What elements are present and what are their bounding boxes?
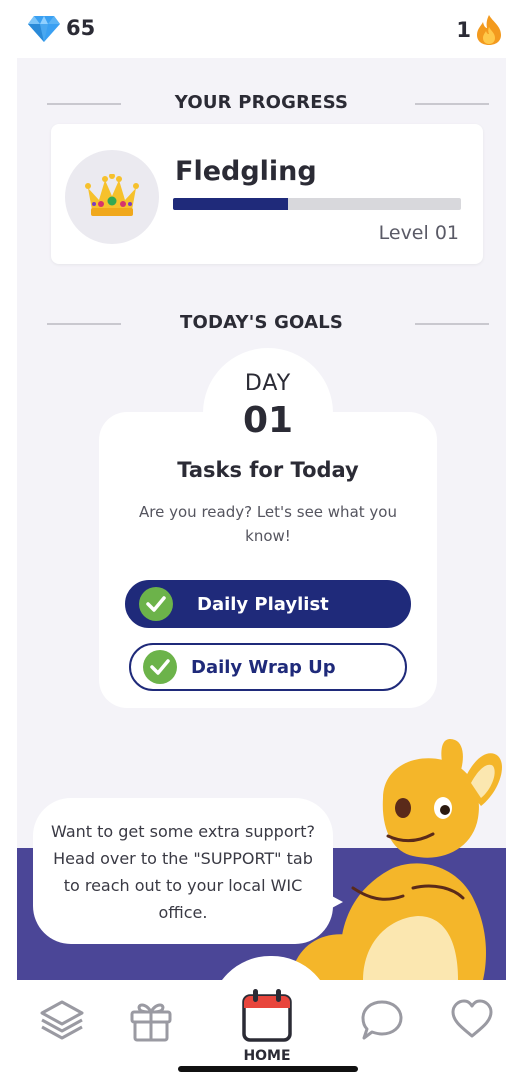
goals-section-header: TODAY'S GOALS: [17, 312, 506, 333]
divider-left: [47, 102, 121, 105]
daily-playlist-button[interactable]: Daily Playlist: [125, 580, 411, 628]
level-badge: [65, 150, 159, 244]
progress-section-header: YOUR PROGRESS: [17, 92, 506, 113]
speech-bubble-tail: [317, 888, 343, 916]
daily-playlist-label: Daily Playlist: [197, 593, 329, 615]
nav-rewards[interactable]: [128, 998, 174, 1042]
calendar-icon: [242, 989, 292, 1042]
daily-wrap-up-button[interactable]: Daily Wrap Up: [129, 643, 407, 691]
level-name: Fledgling: [175, 156, 317, 187]
day-label: DAY: [244, 371, 292, 396]
check-icon: [143, 650, 177, 684]
nav-layers[interactable]: [38, 998, 86, 1042]
level-label: Level 01: [378, 222, 459, 244]
home-indicator: [178, 1066, 358, 1072]
tasks-title: Tasks for Today: [177, 458, 359, 482]
divider-right: [415, 322, 489, 325]
nav-home-label: HOME: [243, 1048, 291, 1064]
level-progress-bar: [173, 198, 461, 210]
progress-card[interactable]: Fledgling Level 01: [51, 124, 483, 264]
gem-counter[interactable]: 65: [28, 14, 95, 42]
bottom-nav: HOME: [0, 980, 523, 1080]
top-status-bar: 65 1: [0, 0, 523, 58]
progress-section-title: YOUR PROGRESS: [174, 92, 349, 113]
streak-count: 1: [456, 18, 471, 42]
nav-home[interactable]: [241, 988, 293, 1042]
chat-icon: [361, 1000, 403, 1040]
daily-wrap-up-label: Daily Wrap Up: [191, 656, 336, 678]
layers-icon: [40, 1000, 84, 1040]
diamond-icon: [28, 16, 60, 42]
flame-icon: [477, 15, 501, 45]
nav-support[interactable]: [360, 998, 404, 1042]
main-content: YOUR PROGRESS Fledgling Level 01 TODAY'S…: [17, 58, 506, 980]
gem-count: 65: [66, 16, 96, 40]
nav-favorites[interactable]: [449, 998, 495, 1040]
goals-section-title: TODAY'S GOALS: [179, 312, 344, 333]
gift-icon: [130, 1003, 172, 1042]
divider-right: [415, 102, 489, 105]
day-number: 01: [242, 400, 294, 441]
heart-icon: [451, 999, 493, 1038]
crown-icon: [85, 174, 139, 216]
check-icon: [139, 587, 173, 621]
divider-left: [47, 322, 121, 325]
tasks-subtitle: Are you ready? Let's see what you know!: [139, 503, 397, 545]
streak-counter[interactable]: 1: [456, 14, 503, 46]
level-progress-fill: [173, 198, 289, 210]
support-message: Want to get some extra support? Head ove…: [51, 822, 315, 922]
